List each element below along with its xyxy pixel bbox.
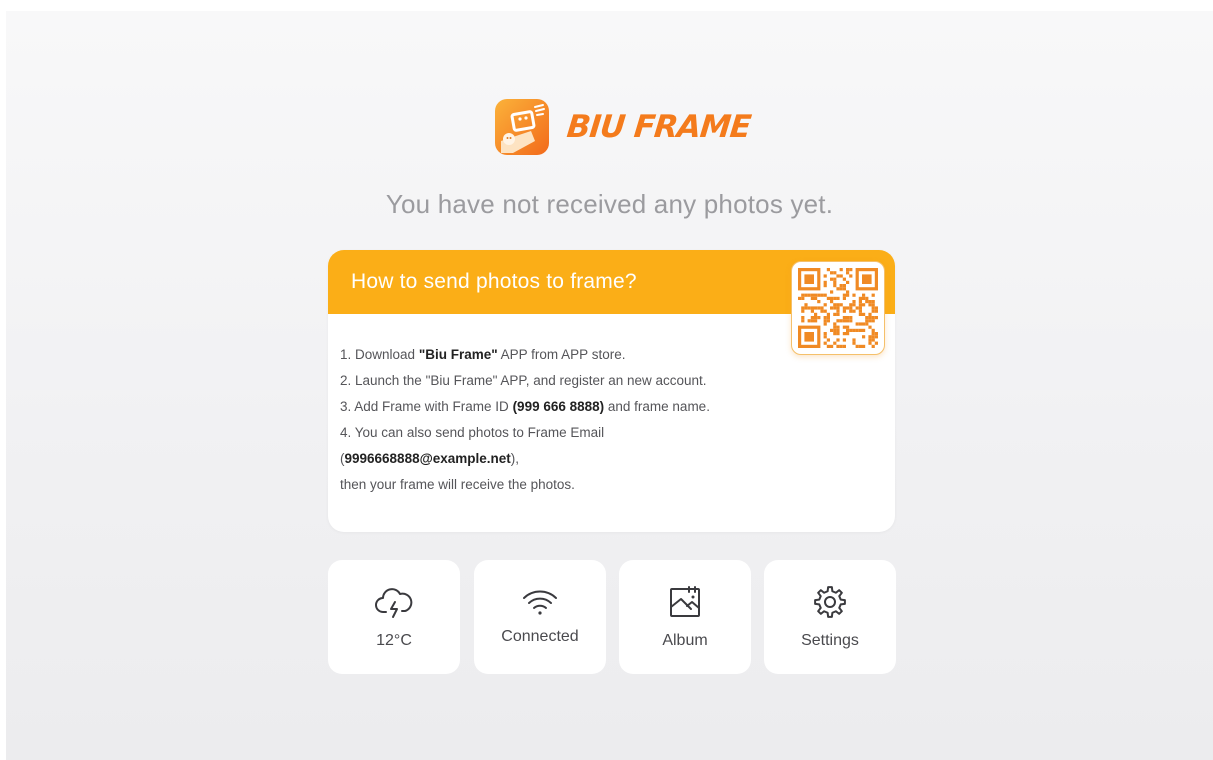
cloud-lightning-icon xyxy=(375,588,413,618)
temperature-label: 12°C xyxy=(376,632,412,649)
empty-photos-message: You have not received any photos yet. xyxy=(385,189,834,219)
qr-code xyxy=(791,261,885,355)
frame-email: 9996668888@example.net xyxy=(344,451,511,466)
weather-tile[interactable]: 12°C xyxy=(328,560,460,674)
app-name: "Biu Frame" xyxy=(418,347,498,362)
gear-icon xyxy=(814,586,846,618)
frame-screen: BIU FRAME You have not received any phot… xyxy=(6,11,1213,760)
step-2: 2. Launch the "Biu Frame" APP, and regis… xyxy=(340,373,707,388)
settings-label: Settings xyxy=(801,632,859,649)
frame-email-line: (9996668888@example.net), xyxy=(340,451,520,466)
wifi-tile[interactable]: Connected xyxy=(474,560,606,674)
qr-code-icon xyxy=(798,268,878,348)
connection-status-label: Connected xyxy=(501,628,579,645)
brand-name: BIU FRAME xyxy=(565,108,753,145)
album-tile[interactable]: Album xyxy=(619,560,751,674)
wifi-icon xyxy=(523,590,557,615)
step-4: 4. You can also send photos to Frame Ema… xyxy=(340,425,605,440)
album-label: Album xyxy=(662,632,708,649)
album-icon xyxy=(670,586,700,617)
step-4-end: then your frame will receive the photos. xyxy=(340,477,575,492)
frame-id: (999 666 8888) xyxy=(512,399,605,414)
frame-app-logo-icon xyxy=(495,99,549,155)
quick-actions: 12°C Connected Album Settings xyxy=(328,560,896,674)
settings-tile[interactable]: Settings xyxy=(764,560,896,674)
brand: BIU FRAME xyxy=(491,97,753,157)
step-3: 3. Add Frame with Frame ID (999 666 8888… xyxy=(340,399,710,414)
instructions-title: How to send photos to frame? xyxy=(351,270,637,293)
